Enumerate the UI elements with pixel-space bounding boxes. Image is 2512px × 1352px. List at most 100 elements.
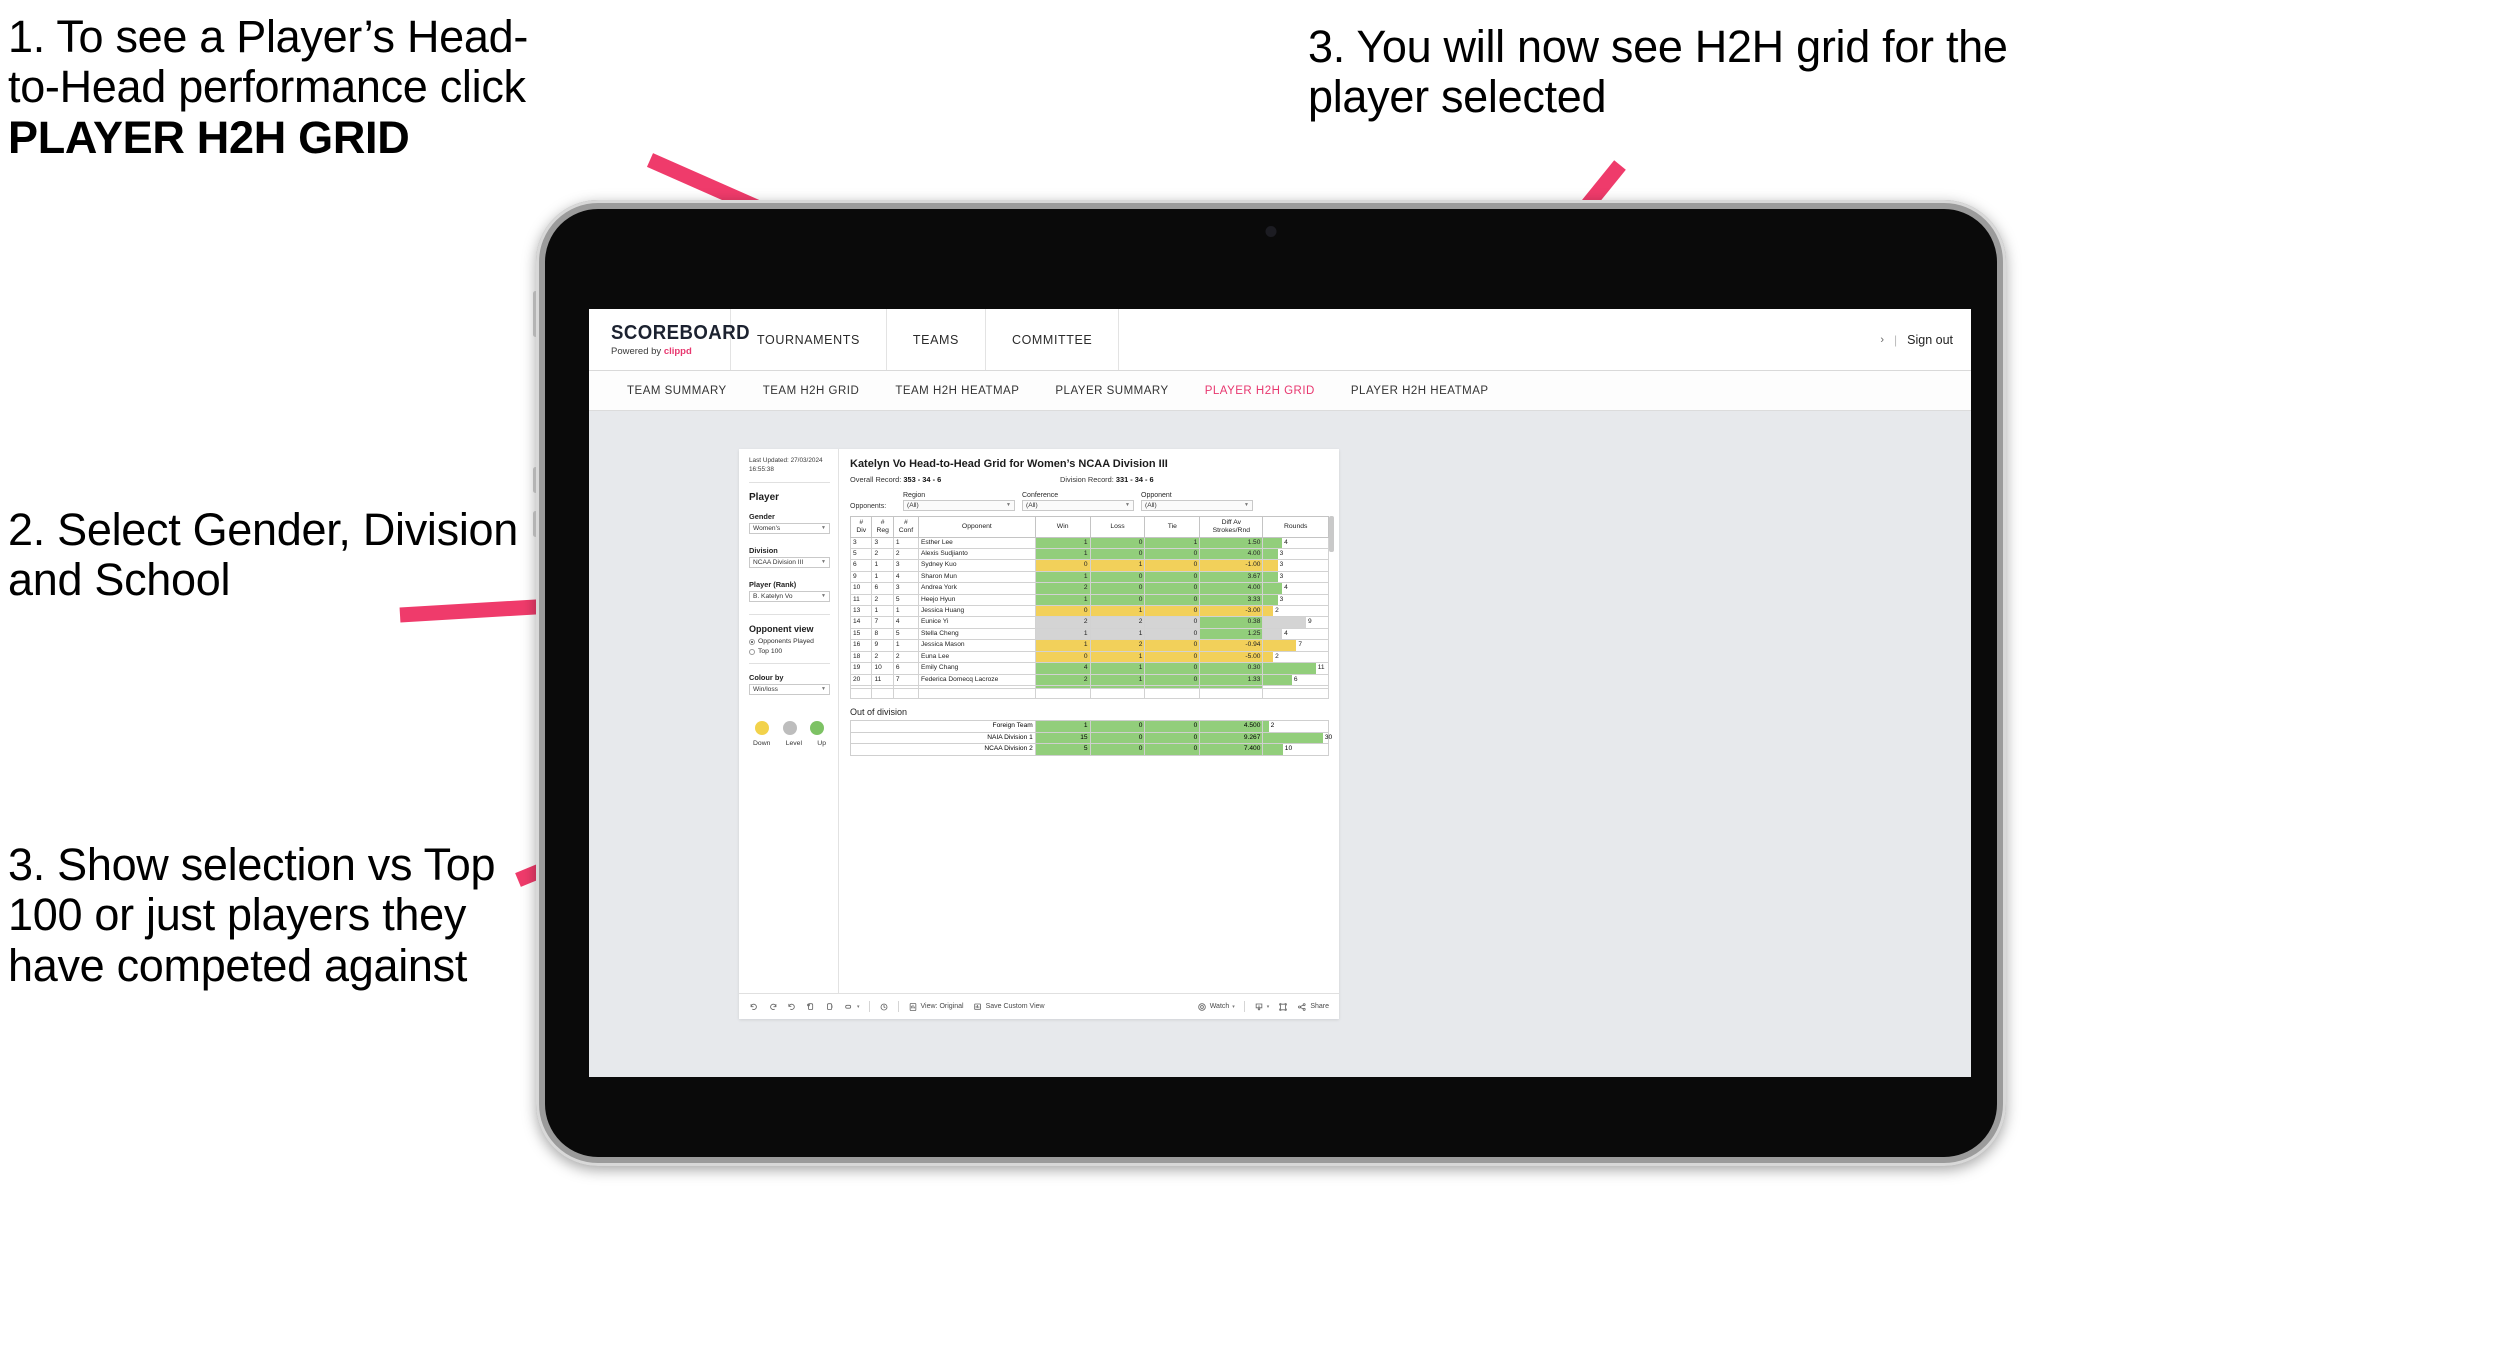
table-row[interactable]: 5 2 2 Alexis Sudjianto 1 0 0 4.00 3 [849, 548, 1329, 561]
opponents-label: Opponents: [850, 503, 887, 510]
list-item[interactable]: NAIA Division 1 15 0 0 9.267 30 [850, 731, 1332, 745]
nav-item-tournaments[interactable]: TOURNAMENTS [731, 309, 887, 370]
blank-cell [1199, 687, 1264, 700]
col-conf[interactable]: # Conf [892, 516, 919, 538]
col-loss[interactable]: Loss [1089, 516, 1146, 538]
chevron-down-icon[interactable]: ▾ [1232, 1004, 1235, 1010]
row-conf: 4 [892, 616, 919, 629]
revert-button[interactable] [787, 1002, 797, 1012]
undo-button[interactable] [749, 1002, 759, 1012]
view-original-button[interactable]: View: Original [908, 1002, 964, 1012]
row-tie: 1 [1144, 536, 1201, 550]
table-row[interactable]: 13 1 1 Jessica Huang 0 1 0 -3.00 2 [849, 605, 1329, 618]
col-div[interactable]: # Div [849, 516, 873, 538]
col-diff-av-strokes[interactable]: Diff Av Strokes/Rnd [1199, 516, 1264, 538]
rounds-value: 3 [1279, 561, 1284, 569]
table-row[interactable]: 14 7 4 Eunice Yi 2 2 0 0.38 9 [849, 616, 1329, 629]
table-row[interactable]: 20 11 7 Federica Domecq Lacroze 2 1 0 1.33 6 [849, 673, 1329, 686]
browser-screen: SCOREBOARD Powered by clippd TOURNAMENTS… [589, 309, 1971, 1077]
save-custom-view-button[interactable]: Save Custom View [973, 1002, 1045, 1012]
power-button[interactable] [533, 291, 538, 337]
clock-icon [879, 1002, 889, 1012]
row-div: 14 [849, 616, 873, 629]
row-loss: 1 [1089, 627, 1146, 641]
volume-up-button[interactable] [533, 467, 538, 493]
gender-select[interactable]: Women's ▼ [749, 523, 830, 535]
row-rounds: 6 [1262, 673, 1329, 686]
division-select[interactable]: NCAA Division III ▼ [749, 557, 830, 569]
chevron-right-icon[interactable]: › [1880, 334, 1884, 346]
pause-auto-update-button[interactable] [879, 1002, 889, 1012]
table-row[interactable]: 6 1 3 Sydney Kuo 0 1 0 -1.00 3 [849, 559, 1329, 572]
subnav-team-h2h-heatmap[interactable]: TEAM H2H HEATMAP [877, 385, 1037, 397]
col-tie[interactable]: Tie [1144, 516, 1201, 538]
opponent-select[interactable]: (All) ▼ [1141, 500, 1253, 511]
row-diff: 1.25 [1199, 627, 1264, 641]
subnav-player-summary[interactable]: PLAYER SUMMARY [1037, 385, 1186, 397]
brand-logo[interactable]: SCOREBOARD Powered by clippd [589, 309, 750, 370]
ood-name: Foreign Team [850, 720, 1036, 733]
subnav-team-summary[interactable]: TEAM SUMMARY [609, 385, 745, 397]
list-item[interactable]: NCAA Division 2 5 0 0 7.400 10 [850, 743, 1329, 756]
nav-item-committee[interactable]: COMMITTEE [986, 309, 1120, 370]
table-row[interactable]: 10 6 3 Andrea York 2 0 0 4.00 4 [849, 582, 1329, 595]
swap-button[interactable]: ▾ [844, 1002, 860, 1012]
row-conf: 2 [892, 548, 919, 561]
row-opponent: Emily Chang [917, 662, 1036, 675]
table-row[interactable]: 19 10 6 Emily Chang 4 1 0 0.30 11 [849, 662, 1329, 675]
col-opponent[interactable]: Opponent [917, 516, 1036, 538]
last-updated-text: Last Updated: 27/03/2024 16:55:38 [749, 457, 823, 473]
conference-select[interactable]: (All) ▼ [1022, 500, 1134, 511]
redo-button[interactable] [768, 1002, 778, 1012]
refresh-button[interactable] [806, 1002, 816, 1012]
row-win: 1 [1034, 639, 1091, 652]
row-diff: -1.00 [1199, 559, 1264, 572]
annotation-3: 3. Show selection vs Top 100 or just pla… [8, 839, 496, 991]
row-conf: 3 [892, 559, 919, 572]
radio-icon-selected[interactable] [749, 638, 755, 645]
table-row[interactable]: 15 8 5 Stella Cheng 1 1 0 1.25 4 [849, 627, 1329, 641]
table-row[interactable]: 9 1 4 Sharon Mun 1 0 0 3.67 3 [849, 570, 1329, 584]
row-opponent: Sydney Kuo [917, 559, 1036, 572]
row-loss: 1 [1089, 559, 1146, 572]
annotation-2: 2. Select Gender, Division and School [8, 504, 518, 606]
opponent-filter-opponent: Opponent (All) ▼ [1141, 492, 1253, 511]
radio-top-100[interactable]: Top 100 [749, 648, 830, 655]
radio-icon-unselected[interactable] [749, 648, 755, 655]
row-rounds: 3 [1262, 548, 1329, 561]
region-select[interactable]: (All) ▼ [903, 500, 1015, 511]
subnav-player-h2h-heatmap[interactable]: PLAYER H2H HEATMAP [1333, 385, 1507, 397]
out-of-division-body: Foreign Team 1 0 0 4.500 2 NAIA Division 1 15 0 0… [850, 720, 1332, 756]
chevron-down-icon[interactable]: ▾ [857, 1004, 860, 1010]
table-row[interactable]: 11 2 5 Heejo Hyun 1 0 0 3.33 3 [849, 593, 1329, 607]
swap-icon [844, 1002, 854, 1012]
fullscreen-button[interactable] [1278, 1002, 1288, 1012]
subnav-team-h2h-grid[interactable]: TEAM H2H GRID [745, 385, 878, 397]
download-button[interactable]: ▾ [1254, 1002, 1270, 1012]
col-rounds[interactable]: Rounds [1262, 516, 1329, 538]
rounds-bar [1263, 629, 1283, 639]
grid-header-row: # Div # Reg # Conf Opponent Win Loss Tie Di… [849, 516, 1329, 538]
col-reg[interactable]: # Reg [871, 516, 894, 538]
watch-button[interactable]: Watch ▾ [1197, 1002, 1235, 1012]
pause-button[interactable] [825, 1002, 835, 1012]
radio-opponents-played[interactable]: Opponents Played [749, 638, 830, 645]
grid-vertical-scrollbar[interactable] [1329, 516, 1334, 552]
table-row[interactable]: 16 9 1 Jessica Mason 1 2 0 -0.94 7 [849, 639, 1329, 652]
ood-name: NAIA Division 1 [850, 731, 1036, 745]
volume-down-button[interactable] [533, 511, 538, 537]
chevron-down-icon[interactable]: ▾ [1267, 1004, 1270, 1010]
row-conf: 7 [892, 673, 919, 686]
row-tie: 0 [1144, 673, 1201, 686]
table-row[interactable]: 3 3 1 Esther Lee 1 0 1 1.50 4 [849, 536, 1329, 550]
subnav-player-h2h-grid[interactable]: PLAYER H2H GRID [1187, 385, 1333, 397]
list-item[interactable]: Foreign Team 1 0 0 4.500 2 [850, 720, 1329, 733]
sign-out-link[interactable]: Sign out [1907, 333, 1953, 347]
player-select[interactable]: B. Katelyn Vo ▼ [749, 591, 830, 603]
opponent-view-group: Opponent view Opponents Played Top 100 [749, 624, 830, 655]
colour-by-select[interactable]: Win/loss ▼ [749, 684, 830, 696]
nav-item-teams[interactable]: TEAMS [887, 309, 986, 370]
col-win[interactable]: Win [1034, 516, 1091, 538]
table-row[interactable]: 18 2 2 Euna Lee 0 1 0 -5.00 2 [849, 650, 1329, 664]
share-button[interactable]: Share [1297, 1002, 1329, 1012]
